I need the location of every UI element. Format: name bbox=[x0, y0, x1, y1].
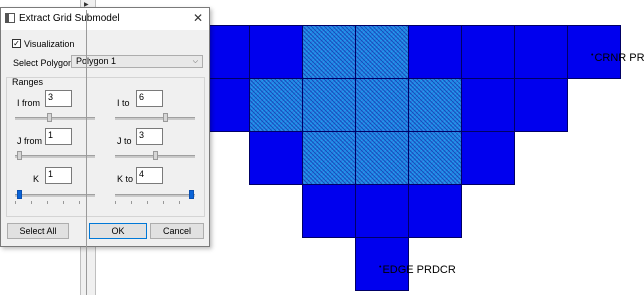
i-from-slider[interactable] bbox=[15, 113, 95, 122]
j-from-label: J from bbox=[17, 136, 43, 146]
extract-grid-submodel-dialog: Extract Grid Submodel ✕ ✓ Visualization … bbox=[0, 7, 210, 247]
polygon-select-value: Polygon 1 bbox=[76, 56, 117, 66]
divider bbox=[86, 10, 87, 295]
slider-ticks bbox=[15, 201, 95, 204]
selected-grid-cell bbox=[408, 131, 462, 185]
slider-track bbox=[115, 194, 195, 197]
slider-thumb[interactable] bbox=[163, 113, 168, 122]
visualization-label: Visualization bbox=[24, 39, 75, 49]
j-to-input[interactable]: 3 bbox=[136, 128, 163, 145]
selected-grid-cell bbox=[355, 78, 409, 132]
k-label: K bbox=[33, 174, 40, 184]
select-polygon-label: Select Polygon bbox=[13, 58, 74, 68]
grid-cell bbox=[514, 78, 568, 132]
grid-cell bbox=[408, 184, 462, 238]
window-icon bbox=[5, 13, 15, 23]
j-to-slider[interactable] bbox=[115, 151, 195, 160]
i-from-label: I from bbox=[17, 98, 41, 108]
j-to-label: J to bbox=[117, 136, 132, 146]
grid-cell bbox=[514, 25, 568, 79]
selected-grid-cell bbox=[408, 78, 462, 132]
k-from-slider[interactable] bbox=[15, 190, 95, 204]
slider-thumb[interactable] bbox=[189, 190, 194, 199]
chevron-down-icon: ⌵ bbox=[192, 58, 198, 65]
grid-cell bbox=[355, 184, 409, 238]
slider-thumb[interactable] bbox=[17, 190, 22, 199]
j-from-slider[interactable] bbox=[15, 151, 95, 160]
grid-cell bbox=[249, 131, 303, 185]
select-all-button[interactable]: Select All bbox=[7, 223, 69, 239]
i-from-input[interactable]: 3 bbox=[45, 90, 72, 107]
i-to-input[interactable]: 6 bbox=[136, 90, 163, 107]
ok-button[interactable]: OK bbox=[89, 223, 147, 239]
slider-track bbox=[15, 194, 95, 197]
slider-ticks bbox=[115, 201, 195, 204]
slider-thumb[interactable] bbox=[17, 151, 22, 160]
j-from-input[interactable]: 1 bbox=[45, 128, 72, 145]
selected-grid-cell bbox=[355, 131, 409, 185]
k-to-slider[interactable] bbox=[115, 190, 195, 204]
grid-cell bbox=[461, 78, 515, 132]
grid-cell bbox=[408, 25, 462, 79]
selected-grid-cell bbox=[302, 25, 356, 79]
slider-thumb[interactable] bbox=[153, 151, 158, 160]
cancel-button[interactable]: Cancel bbox=[150, 223, 204, 239]
slider-track bbox=[15, 155, 95, 158]
dialog-title: Extract Grid Submodel bbox=[19, 13, 120, 24]
dialog-titlebar[interactable]: Extract Grid Submodel ✕ bbox=[1, 8, 209, 30]
grid-cell bbox=[461, 25, 515, 79]
selected-grid-cell bbox=[302, 131, 356, 185]
grid-cell bbox=[461, 131, 515, 185]
grid-cell bbox=[302, 184, 356, 238]
visualization-checkbox[interactable]: ✓ bbox=[12, 39, 21, 48]
well-label-edge: •EDGE PRDCR bbox=[379, 264, 456, 276]
selected-grid-cell bbox=[249, 78, 303, 132]
slider-thumb[interactable] bbox=[47, 113, 52, 122]
ranges-group: Ranges I from 3 I to 6 J from 1 J to 3 K… bbox=[6, 77, 205, 217]
close-icon[interactable]: ✕ bbox=[193, 11, 203, 25]
well-label-crnr: •CRNR PR bbox=[591, 52, 644, 64]
slider-track bbox=[115, 117, 195, 120]
selected-grid-cell bbox=[355, 25, 409, 79]
polygon-select[interactable]: Polygon 1 ⌵ bbox=[71, 55, 203, 68]
i-to-slider[interactable] bbox=[115, 113, 195, 122]
k-from-input[interactable]: 1 bbox=[45, 167, 72, 184]
k-to-label: K to bbox=[117, 174, 134, 184]
selected-grid-cell bbox=[302, 78, 356, 132]
grid-cell bbox=[249, 25, 303, 79]
k-to-input[interactable]: 4 bbox=[136, 167, 163, 184]
slider-track bbox=[15, 117, 95, 120]
ranges-label: Ranges bbox=[12, 77, 44, 87]
i-to-label: I to bbox=[117, 98, 130, 108]
